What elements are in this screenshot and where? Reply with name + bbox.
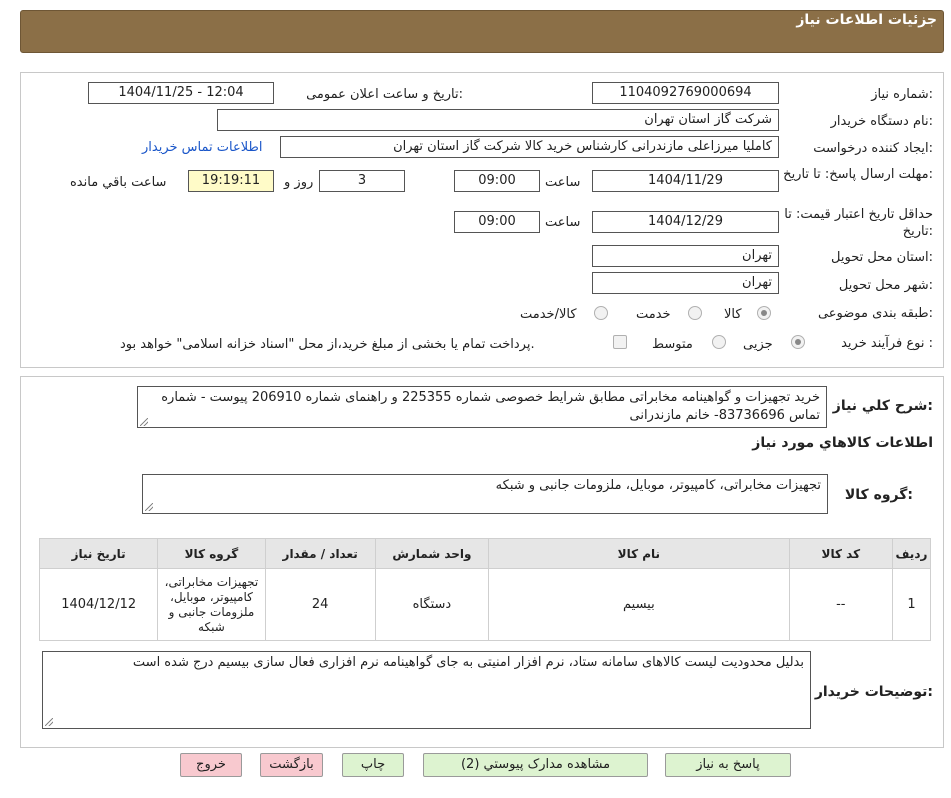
category-radio-service[interactable] [688,306,702,320]
resize-grip-icon[interactable] [145,503,153,511]
col-group: گروه کالا [157,538,266,569]
category-radio-goods-service[interactable] [594,306,608,320]
attachments-button[interactable]: مشاهده مدارک پيوستي (2) [423,753,648,777]
process-radio-medium[interactable] [712,335,726,349]
process-label: نوع فرآیند خرید : [841,336,933,351]
process-option-minor: جزیی [743,337,773,352]
col-row: رديف [891,538,932,569]
province-field: تهران [592,245,779,267]
cell-row: 1 [891,568,932,641]
days-label: روز و [284,175,314,190]
process-radio-minor[interactable] [791,335,805,349]
remaining-label: ساعت باقي مانده [70,175,167,190]
page-title: جزئیات اطلاعات نیاز [796,12,937,28]
buyer-notes-text: بدلیل محدودیت لیست کالاهای سامانه ستاد، … [132,655,804,670]
category-radio-goods[interactable] [757,306,771,320]
resize-grip-icon[interactable] [45,718,53,726]
province-label: استان محل تحویل: [831,250,933,265]
exit-button[interactable]: خروج [180,753,242,777]
print-button[interactable]: چاپ [342,753,404,777]
remaining-time-field: 19:19:11 [188,170,274,192]
send-deadline-label: مهلت ارسال پاسخ: تا تاریخ: [783,166,933,183]
buyer-notes-label: توضیحات خریدار: [814,684,933,700]
goods-group-label: گروه کالا: [844,487,913,503]
send-deadline-date-field: 1404/11/29 [592,170,779,192]
col-name: نام کالا [488,538,790,569]
days-field: 3 [319,170,405,192]
col-unit: واحد شمارش [374,538,490,569]
city-field: تهران [592,272,779,294]
validity-label-text: حداقل تاریخ اعتبار قیمت: تا تاریخ: [784,207,933,239]
buyer-notes-textarea: بدلیل محدودیت لیست کالاهای سامانه ستاد، … [42,651,811,729]
resize-grip-icon[interactable] [140,418,148,426]
send-deadline-time-field: 09:00 [454,170,540,192]
validity-time-label: ساعت [545,215,581,230]
need-number-label: شماره نیاز: [871,87,933,102]
category-label: طبقه بندی موضوعی: [817,306,933,321]
cell-date: 1404/12/12 [38,568,159,641]
goods-info-title: اطلاعات کالاهاي مورد نياز [752,435,933,451]
payment-note: پرداخت تمام یا بخشی از مبلغ خرید،از محل … [120,337,535,352]
city-label: شهر محل تحویل: [838,278,933,293]
process-option-medium: متوسط [652,337,693,352]
col-quantity: تعداد / مقدار [264,538,376,569]
cell-code: -- [788,568,893,641]
back-button[interactable]: بازگشت [260,753,323,777]
goods-group-text: تجهیزات مخابراتی، کامپیوتر، موبایل، ملزو… [495,478,821,493]
table-header-row: رديف کد کالا نام کالا واحد شمارش تعداد /… [38,538,932,569]
buyer-org-field: شرکت گاز استان تهران [217,109,779,131]
cell-quantity: 24 [264,568,376,641]
announce-label: تاریخ و ساعت اعلان عمومی: [306,87,463,102]
announce-field: 1404/11/25 - 12:04 [88,82,274,104]
requester-field: کاملیا میرزاعلی مازندرانی کارشناس خرید ک… [280,136,779,158]
need-number-field: 1104092769000694 [592,82,779,104]
validity-label: حداقل تاریخ اعتبار قیمت: تا تاریخ: [783,206,933,240]
buyer-contact-link[interactable]: اطلاعات تماس خریدار [142,140,262,155]
description-textarea: خرید تجهیزات و گواهینامه مخابراتی مطابق … [137,386,827,428]
cell-unit: دستگاه [374,568,490,641]
goods-group-textarea: تجهیزات مخابراتی، کامپیوتر، موبایل، ملزو… [142,474,828,514]
validity-time-field: 09:00 [454,211,540,233]
category-option-service: خدمت [636,307,671,322]
description-text: خرید تجهیزات و گواهینامه مخابراتی مطابق … [161,390,820,423]
send-deadline-time-label: ساعت [545,175,581,190]
col-code: کد کالا [788,538,893,569]
buyer-org-label: نام دستگاه خریدار: [830,114,933,129]
description-label: شرح کلي نياز: [832,398,933,414]
send-deadline-label-text: مهلت ارسال پاسخ: تا تاریخ: [783,167,933,182]
category-option-goods-service: کالا/خدمت [520,307,577,322]
requester-label: ایجاد کننده درخواست: [813,141,933,156]
table-row: 1 -- بیسیم دستگاه 24 تجهیزات مخابراتی، ک… [38,568,932,641]
category-option-goods: کالا [724,307,742,322]
cell-group: تجهیزات مخابراتی، کامپیوتر، موبایل، ملزو… [157,568,266,641]
validity-date-field: 1404/12/29 [592,211,779,233]
respond-button[interactable]: پاسخ به نياز [665,753,791,777]
treasury-payment-checkbox[interactable] [613,335,627,349]
col-date: تاريخ نياز [38,538,159,569]
items-table: رديف کد کالا نام کالا واحد شمارش تعداد /… [38,538,932,641]
cell-name: بیسیم [488,568,790,641]
